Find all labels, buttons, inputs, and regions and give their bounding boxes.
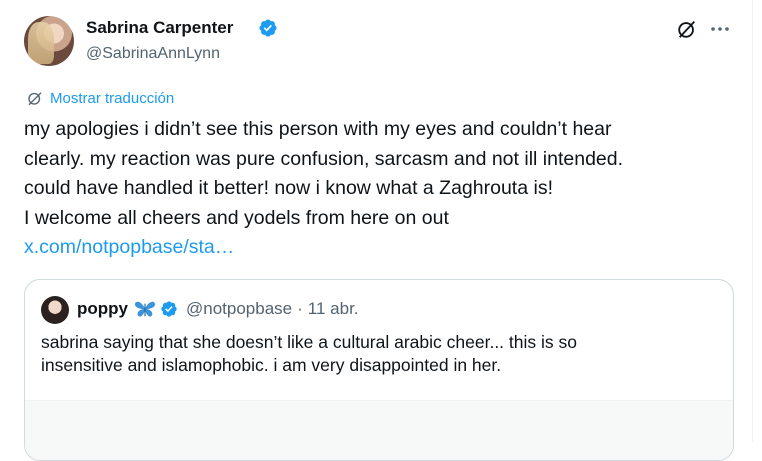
quote-text-line: sabrina saying that she doesn’t like a c… bbox=[41, 332, 577, 352]
more-icon[interactable] bbox=[708, 18, 732, 40]
quoted-tweet[interactable]: poppy @notpopbase · 11 abr. sabrina sayi… bbox=[24, 279, 734, 461]
tweet-text-line: could have handled it better! now i know… bbox=[24, 177, 553, 199]
quote-body: sabrina saying that she doesn’t like a c… bbox=[41, 331, 721, 377]
quote-verified-badge-icon bbox=[161, 301, 177, 317]
quote-author-handle[interactable]: @notpopbase bbox=[186, 299, 292, 319]
tweet-text-line: clearly. my reaction was pure confusion,… bbox=[24, 147, 624, 170]
tweet-text-line: my apologies i didn’t see this person wi… bbox=[24, 118, 612, 140]
author-avatar[interactable] bbox=[24, 16, 74, 66]
quote-author-avatar[interactable] bbox=[41, 296, 69, 324]
tweet-text-line: I welcome all cheers and yodels from her… bbox=[24, 206, 449, 229]
quote-author-name[interactable]: poppy bbox=[77, 299, 128, 319]
quote-date[interactable]: 11 abr. bbox=[308, 299, 359, 319]
grok-icon[interactable] bbox=[676, 18, 698, 40]
show-translation-link[interactable]: Mostrar traducción bbox=[26, 88, 174, 108]
verified-badge-icon bbox=[259, 19, 277, 37]
quote-separator: · bbox=[297, 299, 303, 318]
tweet-link[interactable]: x.com/notpopbase/sta… bbox=[24, 233, 734, 263]
translate-icon bbox=[28, 92, 42, 106]
tweet-card: Sabrina Carpenter @SabrinaAnnLynn Mostra… bbox=[0, 0, 753, 461]
quote-media-placeholder[interactable] bbox=[25, 400, 733, 460]
quote-text-line: insensitive and islamophobic. i am very … bbox=[41, 355, 502, 375]
tweet-body: my apologies i didn’t see this person wi… bbox=[24, 115, 734, 263]
show-translation-label: Mostrar traducción bbox=[50, 89, 175, 107]
quote-header: poppy @notpopbase · 11 abr. bbox=[77, 298, 359, 320]
author-name[interactable]: Sabrina Carpenter bbox=[86, 18, 233, 38]
author-handle[interactable]: @SabrinaAnnLynn bbox=[86, 44, 220, 64]
butterfly-icon bbox=[135, 301, 155, 317]
